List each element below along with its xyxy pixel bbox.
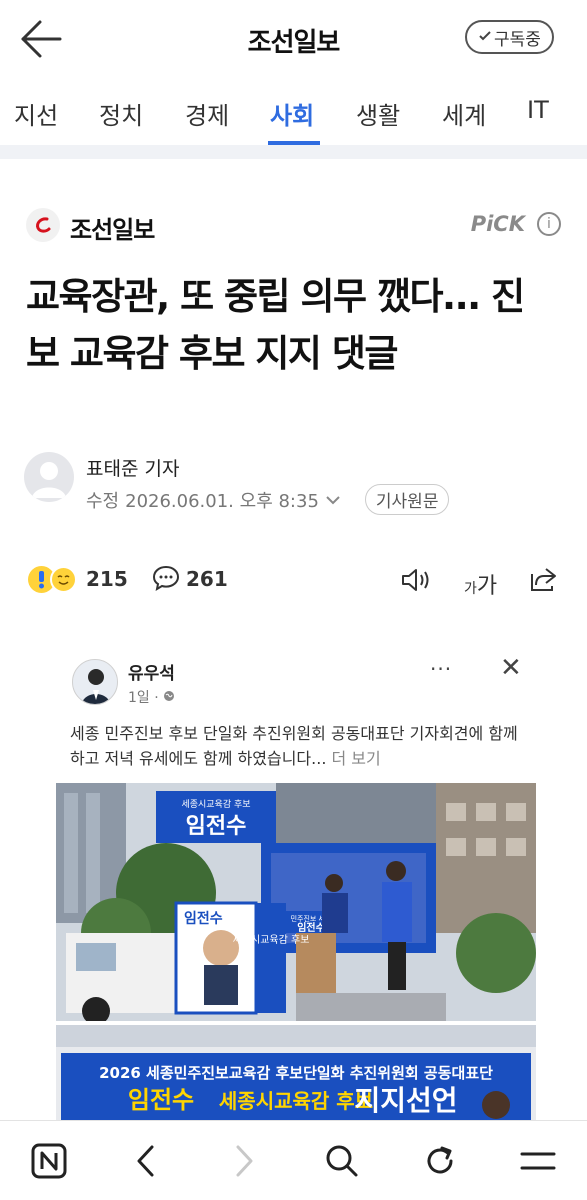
see-more-link[interactable]: 더 보기 xyxy=(332,749,381,768)
chevron-down-icon[interactable] xyxy=(325,489,341,510)
post-photo-campaign[interactable]: 세종시교육감 후보 임전수 민주진보 세종 임전수 임전수 세종시교육감 후보 xyxy=(56,783,536,1021)
truck-name: 임전수 xyxy=(184,910,223,927)
menu-icon[interactable] xyxy=(518,1141,558,1181)
font-size-large-label: 가 xyxy=(476,574,498,599)
category-tabs: 지선 정치 경제 사회 생활 세계 IT xyxy=(0,86,587,146)
press-name[interactable]: 조선일보 xyxy=(70,210,155,245)
tab-economy[interactable]: 경제 xyxy=(185,96,229,131)
modified-time: 2026.06.01. 오후 8:35 xyxy=(125,490,319,512)
comment-count: 261 xyxy=(186,567,228,591)
bottom-toolbar xyxy=(0,1120,587,1200)
embedded-post: 유우석 1일 · ··· ✕ 세종 민주진보 후보 단일화 추진위원회 공동대표… xyxy=(56,645,536,1120)
font-size-small-label: 가 xyxy=(464,581,477,597)
section-divider xyxy=(0,145,587,159)
post-author-name[interactable]: 유우석 xyxy=(128,659,175,684)
post-time-label: 1일 · xyxy=(128,690,164,706)
banner-name: 임전수 xyxy=(128,1086,194,1114)
article-meta: 수정 2026.06.01. 오후 8:35 기사원문 xyxy=(86,484,450,515)
speaker-icon[interactable] xyxy=(400,566,432,598)
article-headline: 교육장관, 또 중립 의무 깼다... 진보 교육감 후보 지지 댓글 xyxy=(26,275,525,375)
share-icon[interactable] xyxy=(528,564,558,598)
browser-back-icon[interactable] xyxy=(126,1141,166,1181)
press-logo-icon[interactable] xyxy=(26,208,60,242)
search-icon[interactable] xyxy=(322,1141,362,1181)
podium-name: 임전수 xyxy=(297,921,325,934)
tab-life[interactable]: 생활 xyxy=(356,96,400,131)
sign-top-name: 임전수 xyxy=(186,814,247,839)
check-icon xyxy=(478,27,492,47)
post-time: 1일 · xyxy=(128,687,175,707)
tab-jiseon[interactable]: 지선 xyxy=(14,96,58,131)
banner-end: 지지선언 xyxy=(354,1084,457,1117)
globe-icon xyxy=(163,690,175,706)
tab-society[interactable]: 사회 xyxy=(270,96,314,131)
more-options-icon[interactable]: ··· xyxy=(430,657,452,681)
banner-line1: 2026 세종민주진보교육감 후보단일화 추진위원회 공동대표단 xyxy=(99,1064,493,1082)
modified-label: 수정 xyxy=(86,490,120,512)
font-size-button[interactable]: 가가 xyxy=(464,568,497,600)
press-header: 조선일보 PiCK i xyxy=(26,206,561,246)
reporter-name[interactable]: 표태준 기자 xyxy=(86,454,179,481)
browser-forward-icon[interactable] xyxy=(224,1141,264,1181)
comment-icon[interactable] xyxy=(152,564,180,596)
original-article-button[interactable]: 기사원문 xyxy=(364,484,450,515)
subscribe-label: 구독중 xyxy=(494,29,541,50)
subscribe-button[interactable]: 구독중 xyxy=(465,20,554,54)
reaction-count: 215 xyxy=(86,567,128,591)
post-body: 세종 민주진보 후보 단일화 추진위원회 공동대표단 기자회견에 함께 하고 저… xyxy=(70,724,518,768)
top-bar: 조선일보 구독중 xyxy=(0,0,587,80)
post-photo-banner[interactable]: 2026 세종민주진보교육감 후보단일화 추진위원회 공동대표단 임전수 세종시… xyxy=(56,1025,536,1120)
reaction-emojis[interactable] xyxy=(28,564,84,594)
banner-mid: 세종시교육감 후보 xyxy=(219,1089,373,1113)
byline: 표태준 기자 수정 2026.06.01. 오후 8:35 기사원문 xyxy=(24,452,564,515)
refresh-icon[interactable] xyxy=(420,1141,460,1181)
post-author-avatar[interactable] xyxy=(72,659,118,705)
tab-world[interactable]: 세계 xyxy=(442,96,486,131)
tab-it[interactable]: IT xyxy=(527,96,549,124)
sign-top-small: 세종시교육감 후보 xyxy=(181,798,250,810)
pick-badge: PiCK xyxy=(470,212,525,236)
smile-emoji-icon xyxy=(50,566,77,593)
reporter-avatar[interactable] xyxy=(24,452,74,502)
reactions-bar: 215 261 가가 xyxy=(28,562,563,600)
naver-home-icon[interactable] xyxy=(29,1141,69,1181)
tab-politics[interactable]: 정치 xyxy=(99,96,143,131)
post-text: 세종 민주진보 후보 단일화 추진위원회 공동대표단 기자회견에 함께 하고 저… xyxy=(70,721,530,771)
close-icon[interactable]: ✕ xyxy=(500,653,522,683)
truck-vertical: 세종시교육감 후보 xyxy=(233,934,310,946)
info-icon[interactable]: i xyxy=(537,212,561,236)
